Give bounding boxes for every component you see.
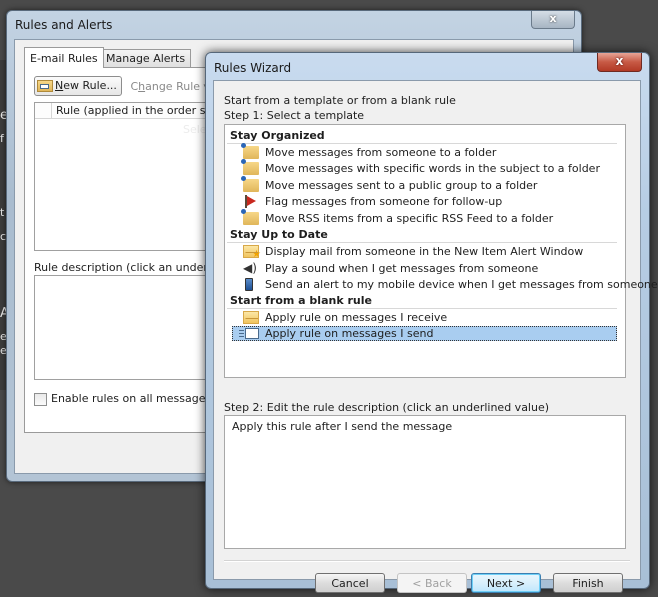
mail-alert-icon: ★: [243, 245, 261, 260]
template-item-label: Apply rule on messages I send: [265, 327, 434, 340]
rules-toolbar: New Rule... Change Rule ▾: [34, 76, 229, 96]
rule-description-text: Apply this rule after I send the message: [232, 420, 453, 433]
template-item-label: Send an alert to my mobile device when I…: [265, 278, 658, 291]
template-item[interactable]: Move RSS items from a specific RSS Feed …: [232, 209, 617, 226]
template-list[interactable]: Stay Organized Move messages from someon…: [224, 124, 658, 378]
enable-rules-option[interactable]: Enable rules on all messages do: [34, 392, 228, 406]
close-icon: x: [615, 54, 624, 68]
template-item-label: Play a sound when I get messages from so…: [265, 262, 539, 275]
next-button[interactable]: Next >: [471, 573, 541, 593]
template-item-label: Move messages sent to a public group to …: [265, 179, 538, 192]
background-text-fragment: t: [0, 206, 5, 219]
template-item-label: Display mail from someone in the New Ite…: [265, 245, 584, 258]
template-item[interactable]: Move messages sent to a public group to …: [232, 176, 617, 193]
folder-move-icon: [241, 159, 259, 175]
button-separator: [224, 560, 630, 562]
template-item-label: Move messages from someone to a folder: [265, 146, 497, 159]
rules-wizard-dialog: Rules Wizard x Start from a template or …: [205, 52, 658, 593]
change-rule-label-prefix: C: [130, 79, 139, 93]
rules-wizard-title: Rules Wizard: [214, 61, 292, 75]
template-item[interactable]: Move messages with specific words in the…: [232, 159, 617, 176]
finish-button[interactable]: Finish: [553, 573, 623, 593]
back-button[interactable]: < Back: [397, 573, 467, 593]
change-rule-button[interactable]: Change Rule ▾: [130, 80, 209, 93]
rules-and-alerts-close-button[interactable]: x: [531, 11, 575, 29]
change-rule-label: ange Rule ▾: [145, 79, 210, 93]
template-item[interactable]: Flag messages from someone for follow-up: [232, 194, 617, 209]
close-icon: x: [549, 12, 557, 25]
template-group-header: Start from a blank rule: [227, 294, 617, 309]
enable-rules-label: Enable rules on all messages do: [51, 392, 229, 405]
rules-and-alerts-title: Rules and Alerts: [15, 18, 113, 32]
send-message-icon: [239, 328, 259, 339]
template-item-label: Apply rule on messages I receive: [265, 311, 448, 324]
template-item-label: Move RSS items from a specific RSS Feed …: [265, 212, 554, 225]
tab-manage-alerts[interactable]: Manage Alerts: [100, 49, 192, 68]
template-group-header: Stay Up to Date: [227, 228, 617, 243]
enable-rules-checkbox[interactable]: [34, 392, 47, 406]
rule-description-editor[interactable]: Apply this rule after I send the message: [224, 415, 626, 549]
template-item[interactable]: ★ Display mail from someone in the New I…: [232, 244, 617, 260]
wizard-intro-text: Start from a template or from a blank ru…: [224, 94, 456, 107]
template-item-label: Move messages with specific words in the…: [265, 162, 600, 175]
mobile-device-icon: [245, 278, 253, 291]
new-rule-mnemonic: N: [55, 79, 64, 92]
folder-move-icon: [241, 176, 259, 192]
new-rule-icon: [37, 80, 53, 92]
tab-email-rules[interactable]: E-mail Rules: [24, 47, 104, 68]
flag-icon: [243, 195, 259, 208]
template-item[interactable]: Send an alert to my mobile device when I…: [232, 277, 658, 292]
speaker-icon: ◀): [243, 261, 257, 275]
new-rule-label: ew Rule...: [63, 79, 117, 92]
background-text-fragment: f: [0, 132, 4, 145]
new-rule-button[interactable]: New Rule...: [34, 76, 122, 96]
rules-wizard-client: Start from a template or from a blank ru…: [213, 80, 658, 593]
template-item[interactable]: Apply rule on messages I receive: [232, 310, 617, 325]
template-item[interactable]: ◀) Play a sound when I get messages from…: [232, 261, 617, 276]
template-item-label: Flag messages from someone for follow-up: [265, 195, 503, 208]
step2-label: Step 2: Edit the rule description (click…: [224, 401, 550, 414]
cancel-button[interactable]: Cancel: [315, 573, 385, 593]
folder-move-icon: [241, 209, 259, 225]
rules-wizard-close-button[interactable]: x: [597, 53, 642, 72]
template-item-selected[interactable]: Apply rule on messages I send: [232, 326, 617, 341]
folder-move-icon: [241, 143, 259, 159]
rule-description-label: Rule description (click an underline: [34, 261, 228, 274]
template-group-header: Stay Organized: [227, 129, 617, 144]
envelope-icon: [243, 311, 259, 324]
step1-label: Step 1: Select a template: [224, 109, 365, 122]
template-item[interactable]: Move messages from someone to a folder: [232, 143, 617, 160]
